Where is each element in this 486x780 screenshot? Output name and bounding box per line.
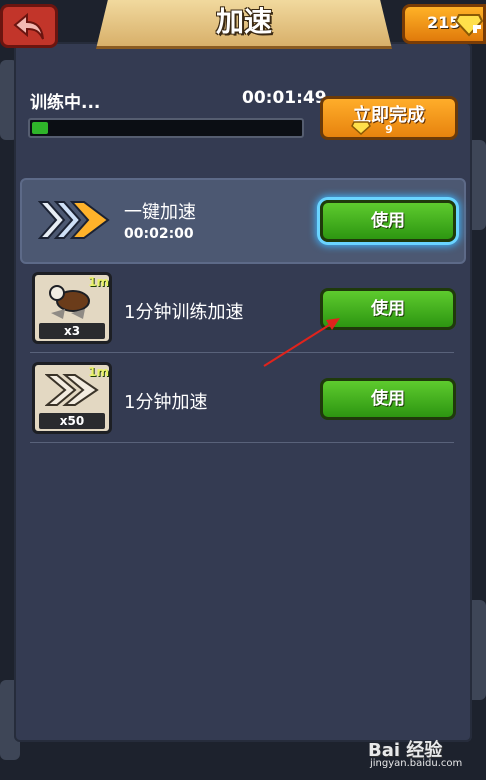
item-count: x50 — [39, 413, 105, 429]
progress-fill — [32, 122, 48, 134]
use-button[interactable]: 使用 — [320, 378, 456, 420]
speedup-list: 一键加速 00:02:00 使用 1m x3 1分钟训练加速 使用 1m x50… — [20, 178, 466, 446]
gem-icon — [455, 14, 483, 37]
plus-icon — [473, 25, 481, 33]
back-arrow-icon — [13, 13, 44, 40]
item-name: 1分钟训练加速 — [124, 302, 244, 323]
duration-badge: 1m — [88, 275, 109, 289]
list-item: 1m x50 1分钟加速 使用 — [20, 356, 466, 446]
list-item: 一键加速 00:02:00 使用 — [20, 178, 466, 268]
list-item: 1m x3 1分钟训练加速 使用 — [20, 266, 466, 356]
item-count: x3 — [39, 323, 105, 339]
gem-counter[interactable]: 215 — [402, 4, 486, 44]
item-name: 1分钟加速 — [124, 392, 208, 413]
duration-badge: 1m — [88, 365, 109, 379]
use-button[interactable]: 使用 — [320, 200, 456, 242]
item-timer: 00:02:00 — [124, 226, 194, 242]
item-icon: 1m x50 — [32, 362, 112, 434]
page-title: 加速 — [215, 5, 272, 38]
training-time: 00:01:49 — [242, 88, 327, 108]
item-name: 一键加速 — [124, 202, 196, 223]
watermark-url: jingyan.baidu.com — [370, 758, 463, 769]
back-button[interactable] — [0, 4, 58, 48]
finish-cost: 9 — [385, 123, 393, 136]
divider — [30, 442, 454, 443]
divider — [30, 352, 454, 353]
triple-arrow-icon — [38, 201, 110, 239]
training-progress-bar — [28, 118, 304, 138]
item-icon: 1m x3 — [32, 272, 112, 344]
finish-now-button[interactable]: 立即完成 9 — [320, 96, 458, 140]
annotation-arrow-icon — [263, 318, 340, 367]
training-label: 训练中... — [30, 93, 101, 113]
